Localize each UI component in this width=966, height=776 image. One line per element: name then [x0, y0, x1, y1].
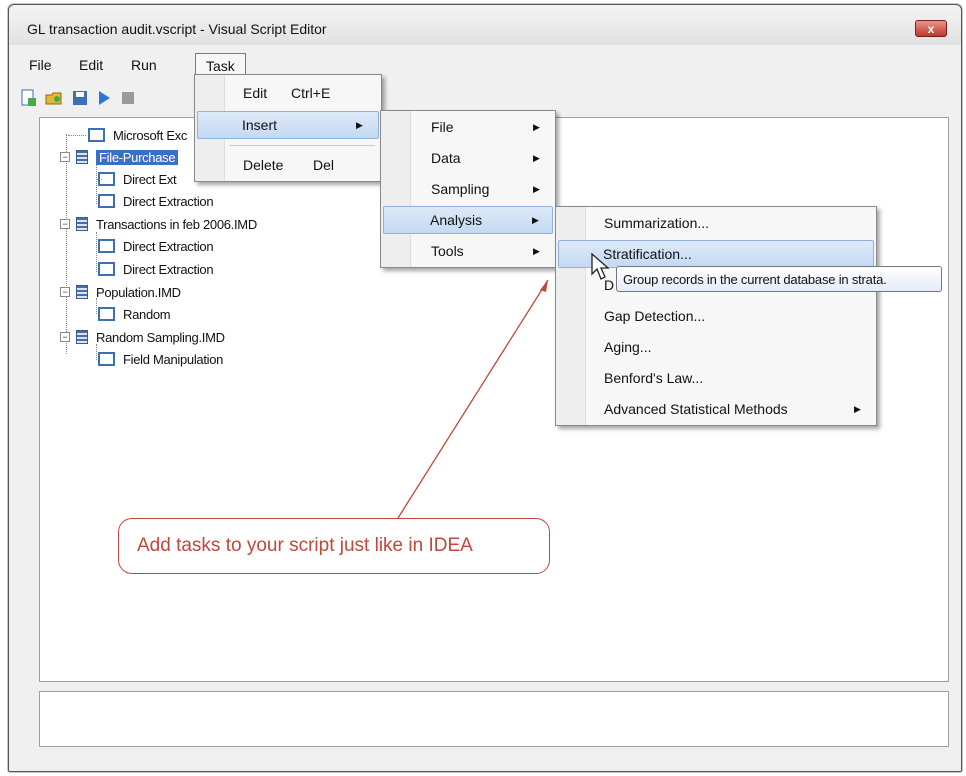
- mouse-cursor-icon: [591, 252, 610, 280]
- submenu-arrow-icon: ▶: [532, 214, 539, 225]
- task-menu: Edit Ctrl+E Insert ▶ Delete Del: [194, 74, 382, 182]
- tree-node-random[interactable]: Random: [98, 303, 171, 325]
- tree-node-label: Direct Ext: [123, 171, 177, 187]
- submenu-arrow-icon: ▶: [854, 403, 861, 414]
- menu-item-summarization[interactable]: Summarization...: [558, 209, 874, 237]
- tree-node-label: Random Sampling.IMD: [96, 329, 225, 345]
- task-node-icon: [98, 307, 115, 321]
- collapse-icon[interactable]: −: [60, 152, 70, 162]
- output-panel[interactable]: [39, 691, 949, 747]
- tree-line: [96, 164, 97, 204]
- window-title: GL transaction audit.vscript - Visual Sc…: [27, 21, 327, 37]
- task-node-icon: [98, 262, 115, 276]
- menu-item-data[interactable]: Data ▶: [383, 144, 553, 172]
- menu-item-advanced-statistical[interactable]: Advanced Statistical Methods ▶: [558, 395, 874, 423]
- tree-node-direct-extraction[interactable]: Direct Extraction: [98, 190, 214, 212]
- menu-bar: File Edit Run Task: [9, 49, 961, 77]
- menu-item-file[interactable]: File ▶: [383, 113, 553, 141]
- save-icon[interactable]: [71, 89, 89, 107]
- tree-node-label: Direct Extraction: [123, 261, 214, 277]
- tree-node-direct-extraction[interactable]: Direct Extraction: [98, 235, 214, 257]
- menu-item-analysis[interactable]: Analysis ▶: [383, 206, 553, 234]
- database-icon: [76, 217, 88, 231]
- menu-item-aging[interactable]: Aging...: [558, 333, 874, 361]
- close-button[interactable]: x: [915, 20, 947, 37]
- menu-item-tools[interactable]: Tools ▶: [383, 237, 553, 265]
- database-icon: [76, 285, 88, 299]
- menu-edit[interactable]: Edit: [69, 53, 113, 77]
- submenu-arrow-icon: ▶: [356, 119, 363, 130]
- new-script-icon[interactable]: [19, 89, 37, 107]
- insert-submenu: File ▶ Data ▶ Sampling ▶ Analysis ▶ Tool…: [380, 110, 556, 268]
- tooltip-text: Group records in the current database in…: [623, 271, 887, 287]
- tree-node-transactions[interactable]: − Transactions in feb 2006.IMD: [60, 213, 257, 235]
- submenu-arrow-icon: ▶: [533, 152, 540, 163]
- tree-node-label: Field Manipulation: [123, 351, 224, 367]
- tree-node-file-purchase[interactable]: − File-Purchase: [60, 146, 179, 168]
- tree-node-random-sampling[interactable]: − Random Sampling.IMD: [60, 326, 225, 348]
- open-script-icon[interactable]: [45, 89, 63, 107]
- database-icon: [76, 330, 88, 344]
- analysis-submenu: Summarization... Stratification... D Gap…: [555, 206, 877, 426]
- menu-item-sampling[interactable]: Sampling ▶: [383, 175, 553, 203]
- task-node-icon: [98, 352, 115, 366]
- tree-line: [96, 232, 97, 272]
- collapse-icon[interactable]: −: [60, 332, 70, 342]
- menu-item-benfords-law[interactable]: Benford's Law...: [558, 364, 874, 392]
- callout-box: Add tasks to your script just like in ID…: [118, 518, 550, 574]
- tree-node-direct-extraction[interactable]: Direct Ext: [96, 168, 177, 190]
- tree-node-label: Direct Extraction: [123, 193, 214, 209]
- menu-item-delete[interactable]: Delete Del: [197, 151, 379, 179]
- menu-item-insert[interactable]: Insert ▶: [197, 111, 379, 139]
- tree-node-excel[interactable]: Microsoft Exc: [68, 124, 187, 146]
- database-icon: [76, 150, 88, 164]
- close-icon: x: [927, 21, 935, 36]
- stop-icon[interactable]: [119, 89, 137, 107]
- tree-node-field-manipulation[interactable]: Field Manipulation: [98, 348, 223, 370]
- submenu-arrow-icon: ▶: [533, 183, 540, 194]
- callout-text: Add tasks to your script just like in ID…: [137, 535, 473, 556]
- menu-item-gap-detection[interactable]: Gap Detection...: [558, 302, 874, 330]
- task-node-icon: [98, 194, 115, 208]
- tree-node-label: Random: [123, 306, 171, 322]
- tooltip: Group records in the current database in…: [616, 266, 942, 292]
- submenu-arrow-icon: ▶: [533, 121, 540, 132]
- task-node-icon: [88, 128, 105, 142]
- collapse-icon[interactable]: −: [60, 287, 70, 297]
- tree-node-label: File-Purchase: [96, 149, 179, 165]
- tree-node-label: Transactions in feb 2006.IMD: [96, 216, 257, 232]
- task-node-icon: [98, 239, 115, 253]
- tree-node-direct-extraction[interactable]: Direct Extraction: [98, 258, 214, 280]
- run-icon[interactable]: [95, 89, 113, 107]
- menu-item-edit[interactable]: Edit Ctrl+E: [197, 79, 379, 107]
- menu-run[interactable]: Run: [121, 53, 167, 77]
- tree-node-label: Population.IMD: [96, 284, 181, 300]
- submenu-arrow-icon: ▶: [533, 245, 540, 256]
- tree-node-population[interactable]: − Population.IMD: [60, 281, 181, 303]
- menu-file[interactable]: File: [19, 53, 62, 77]
- tree-node-label: Direct Extraction: [123, 238, 214, 254]
- toolbar: [15, 85, 215, 111]
- tree-node-label: Microsoft Exc: [113, 127, 188, 143]
- title-bar: GL transaction audit.vscript - Visual Sc…: [9, 5, 961, 45]
- collapse-icon[interactable]: −: [60, 219, 70, 229]
